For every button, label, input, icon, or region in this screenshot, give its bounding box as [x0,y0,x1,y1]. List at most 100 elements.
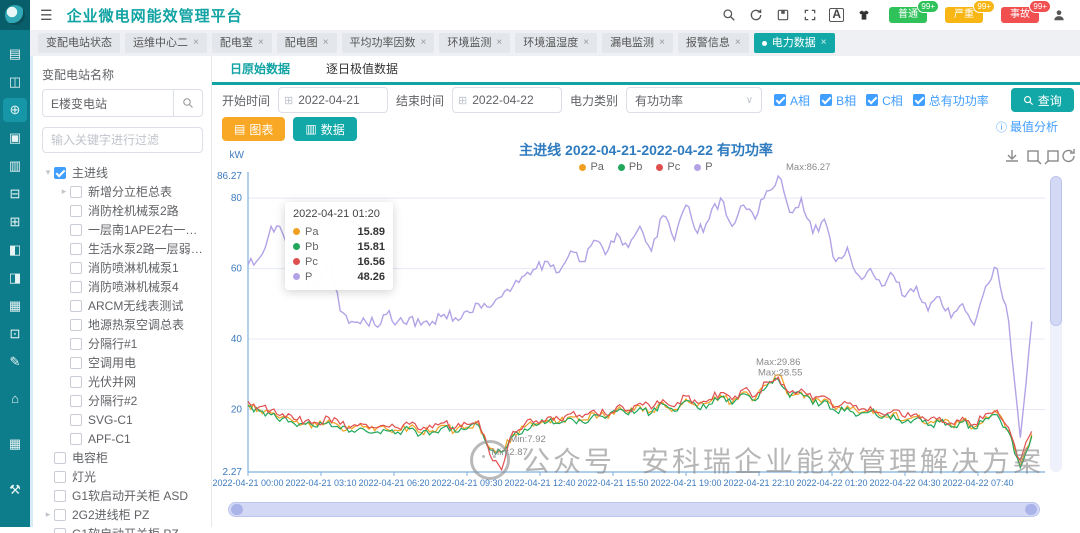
tree-checkbox[interactable] [54,528,66,533]
report-edit-icon[interactable]: ✎ [3,350,27,374]
close-tab-icon[interactable]: × [193,33,199,53]
checkbox-icon[interactable] [774,94,786,106]
save-icon[interactable] [775,8,790,23]
close-tab-icon[interactable]: × [583,33,589,53]
power-category-select[interactable]: 有功功率 ∨ [626,87,762,113]
tree-checkbox[interactable] [54,490,66,502]
station-search-icon[interactable] [173,90,202,116]
zoom-select-icon[interactable] [1028,151,1041,164]
tree-checkbox[interactable] [70,243,82,255]
workspace-tab-平均功率因数[interactable]: 平均功率因数× [342,33,435,53]
chart-view-button[interactable]: ▤ 图表 [222,117,285,141]
end-date-input[interactable]: ⊞ 2022-04-22 [452,87,562,113]
operation-icon[interactable]: ◧ [3,238,27,262]
theme-shirt-icon[interactable] [856,8,871,23]
archive-icon[interactable]: ▣ [3,126,27,150]
tab-daily-extreme-data[interactable]: 逐日极值数据 [308,56,416,82]
tree-filter-input[interactable] [42,127,203,153]
tree-checkbox[interactable] [70,433,82,445]
alarm-badge-accident[interactable]: 事故 99+ [1001,7,1039,23]
phase-checkbox-C相[interactable]: C相 [866,92,903,109]
tree-checkbox[interactable] [70,357,82,369]
tree-item[interactable]: 分隔行#2 [42,391,203,410]
apps-icon[interactable]: ▦ [3,432,27,456]
chart-refresh-icon[interactable] [1063,149,1074,161]
checkbox-icon[interactable] [913,94,925,106]
data-view-button[interactable]: ▥ 数据 [293,117,356,141]
tree-item[interactable]: APF-C1 [42,429,203,448]
tree-checkbox[interactable] [70,300,82,312]
alarm-badge-serious[interactable]: 严重 99+ [945,7,983,23]
slider-left-handle[interactable] [231,504,243,515]
tab-daily-raw-data[interactable]: 日原始数据 [212,56,308,82]
hamburger-menu-icon[interactable]: ☰ [40,7,53,24]
tree-item[interactable]: 消防栓机械泵2路 [42,201,203,220]
checkbox-icon[interactable] [820,94,832,106]
assets-icon[interactable]: ⊟ [3,182,27,206]
checkbox-icon[interactable] [866,94,878,106]
tree-item[interactable]: 生活水泵2路一层弱电房 [42,239,203,258]
tree-checkbox[interactable] [70,262,82,274]
workspace-tab-环境监测[interactable]: 环境监测× [439,33,510,53]
workspace-tab-报警信息[interactable]: 报警信息× [678,33,749,53]
workspace-tab-环境温湿度[interactable]: 环境温湿度× [515,33,597,53]
font-size-icon[interactable]: A [829,8,844,22]
tree-item[interactable]: 灯光 [42,467,203,486]
tree-checkbox[interactable] [54,471,66,483]
query-button[interactable]: 查询 [1011,88,1074,112]
phase-checkbox-总有功功率[interactable]: 总有功功率 [913,92,989,109]
tree-checkbox[interactable] [70,376,82,388]
fullscreen-icon[interactable] [802,8,817,23]
close-tab-icon[interactable]: × [258,33,264,53]
sidebar-scrollbar[interactable] [30,56,33,527]
tree-item[interactable]: ARCM无线表测试 [42,296,203,315]
expand-arrow-icon[interactable]: ▸ [58,186,70,197]
topology-icon[interactable]: ◨ [3,266,27,290]
close-tab-icon[interactable]: × [821,33,827,53]
station-input[interactable] [43,96,173,110]
tools-icon[interactable]: ⚒ [3,478,27,502]
user-avatar-icon[interactable] [1051,8,1066,23]
workspace-tab-运维中心二[interactable]: 运维中心二× [125,33,207,53]
statistics-icon[interactable]: ▥ [3,154,27,178]
restore-zoom-icon[interactable] [1045,151,1058,164]
tree-checkbox[interactable] [54,167,66,179]
close-tab-icon[interactable]: × [421,33,427,53]
start-date-input[interactable]: ⊞ 2022-04-21 [278,87,388,113]
tree-item[interactable]: 空调用电 [42,353,203,372]
download-image-icon[interactable] [1006,150,1018,161]
refresh-icon[interactable] [748,8,763,23]
close-tab-icon[interactable]: × [735,33,741,53]
tree-checkbox[interactable] [70,281,82,293]
workspace-tab-变配电站状态[interactable]: 变配电站状态 [38,33,120,53]
tree-item[interactable]: ▸新增分立柜总表 [42,182,203,201]
horizontal-datazoom-slider[interactable] [228,502,1040,517]
search-icon[interactable] [721,8,736,23]
tree-item[interactable]: SVG-C1 [42,410,203,429]
tree-item[interactable]: G1软启动开关柜 ASD [42,486,203,505]
tree-checkbox[interactable] [70,186,82,198]
tree-checkbox[interactable] [70,319,82,331]
expand-arrow-icon[interactable]: ▸ [42,509,54,520]
phase-checkbox-A相[interactable]: A相 [774,92,810,109]
substation-icon[interactable]: ⊞ [3,210,27,234]
close-tab-icon[interactable]: × [323,33,329,53]
extreme-analysis-link[interactable]: ⓘ 最值分析 [996,118,1058,135]
close-tab-icon[interactable]: × [496,33,502,53]
dashboard-icon[interactable]: ▤ [3,42,27,66]
keyboard-icon[interactable]: ⊡ [3,322,27,346]
close-tab-icon[interactable]: × [659,33,665,53]
tree-item[interactable]: 一层南1APE2右一层北1APE1左 [42,220,203,239]
energy-portal-icon[interactable]: ⊕ [3,98,27,122]
tree-item[interactable]: 地源热泵空调总表 [42,315,203,334]
tree-checkbox[interactable] [70,414,82,426]
slider-right-handle[interactable] [1025,504,1037,515]
alarm-badge-normal[interactable]: 普通 99+ [889,7,927,23]
tree-item[interactable]: 分隔行#1 [42,334,203,353]
workspace-tab-配电图[interactable]: 配电图× [277,33,337,53]
workspace-tab-漏电监测[interactable]: 漏电监测× [602,33,673,53]
vertical-slider-thumb[interactable] [1050,176,1062,326]
workspace-tab-配电室[interactable]: 配电室× [212,33,272,53]
power-line-chart[interactable]: Max:86.27Max:29.86Max:28.55Min:7.92Min:2… [212,140,1080,527]
tree-item[interactable]: G1软启动开关柜 PZ [42,524,203,533]
